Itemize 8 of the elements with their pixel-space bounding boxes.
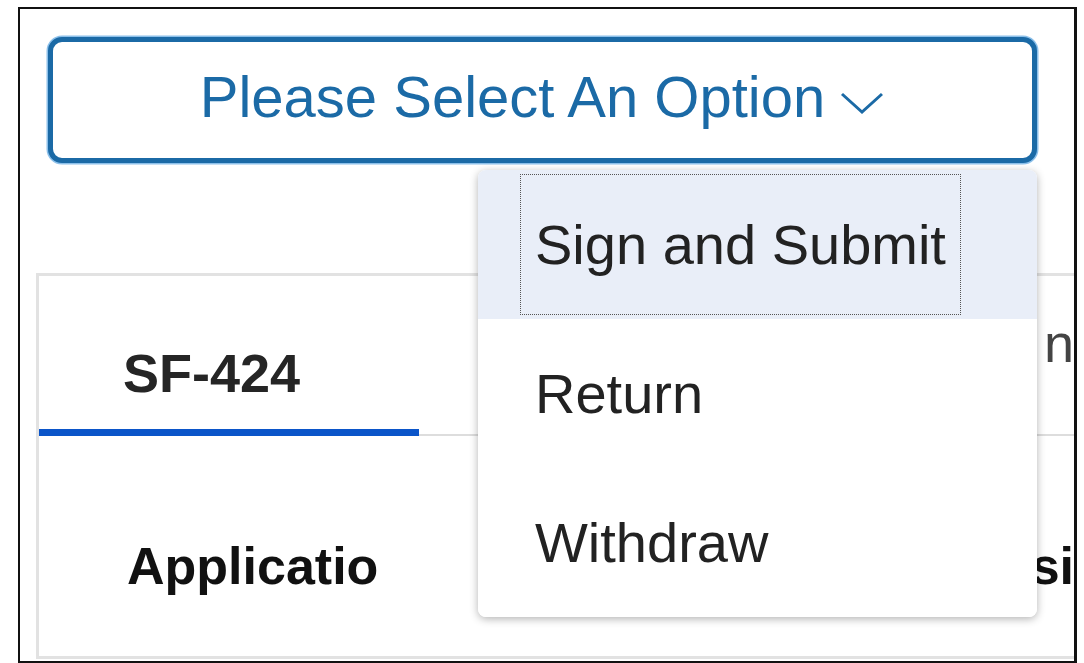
- menu-option[interactable]: Withdraw: [478, 468, 1037, 617]
- tab[interactable]: n: [1043, 276, 1074, 436]
- menu-option[interactable]: Sign and Submit: [478, 170, 1037, 319]
- section-heading: Applicatio: [127, 536, 379, 596]
- option-dropdown[interactable]: Please Select An Option: [48, 37, 1037, 163]
- chevron-down-icon: [839, 90, 886, 116]
- menu-option[interactable]: Return: [478, 319, 1037, 468]
- tab[interactable]: SF-424: [39, 276, 419, 436]
